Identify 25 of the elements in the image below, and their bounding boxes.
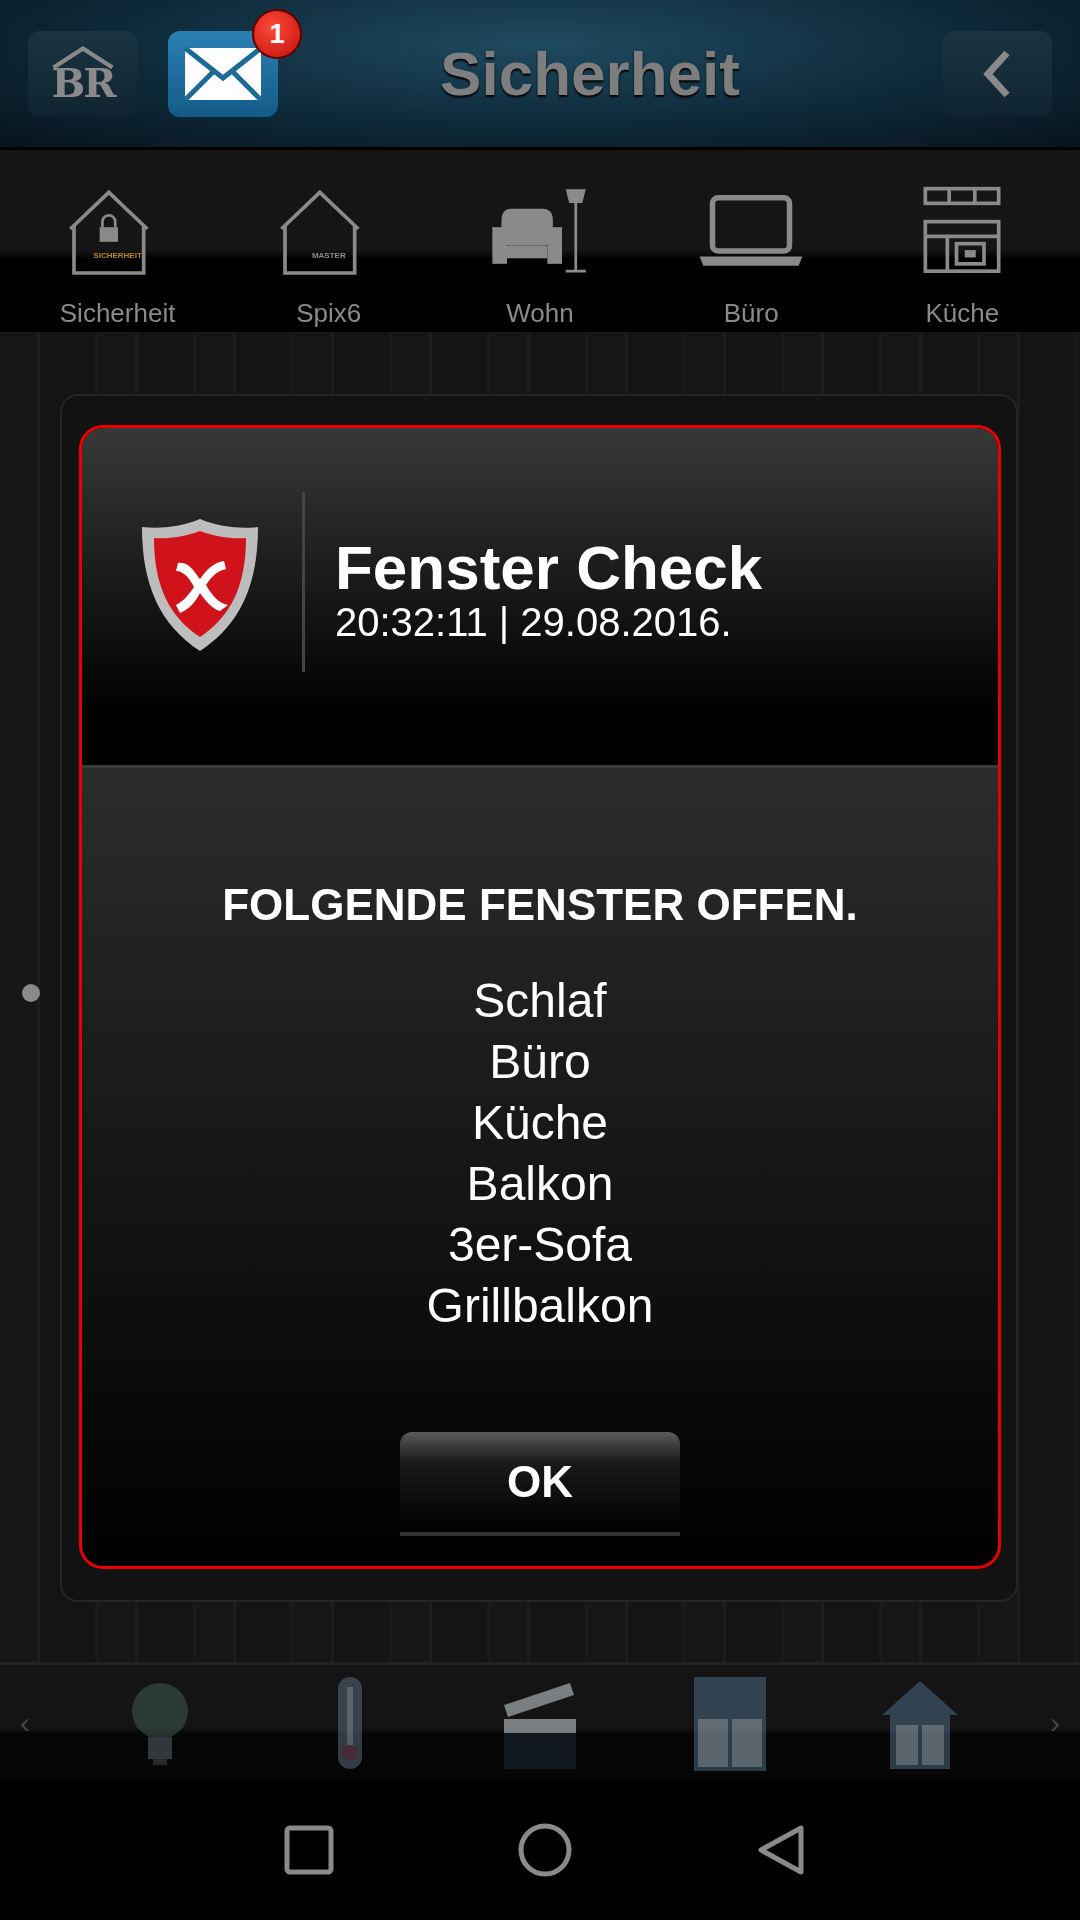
page-indicator-dot [22, 984, 40, 1002]
message-heading: FOLGENDE FENSTER OFFEN. [222, 880, 858, 930]
window-name: Schlaf [473, 973, 607, 1029]
room-tab[interactable]: SICHERHEIT Sicherheit [17, 174, 218, 330]
room-tab[interactable]: Küche [862, 174, 1063, 330]
logo-button[interactable]: BR [28, 30, 138, 117]
window-name: 3er-Sofa [447, 1217, 633, 1273]
window-name: Balkon [466, 1156, 614, 1212]
notification-badge: 1 [252, 8, 302, 59]
home-button[interactable] [517, 1822, 573, 1878]
room-tab[interactable]: Wohn [439, 174, 640, 330]
envelope-icon [183, 45, 263, 102]
logo-text: BR [51, 62, 115, 103]
room-tab[interactable]: Büro [651, 174, 852, 330]
screen-title: Sicherheit [439, 38, 741, 109]
dialog-title: Fenster Check [335, 534, 763, 601]
icon-caption: SICHERHEIT [92, 251, 143, 260]
window-name: Büro [489, 1034, 591, 1090]
back-button[interactable] [942, 30, 1052, 117]
room-tab[interactable]: MASTER Spix6 [228, 174, 429, 330]
icon-caption: MASTER [310, 251, 347, 260]
window-name: Küche [471, 1095, 609, 1151]
window-name: Grillbalkon [426, 1278, 654, 1334]
back-icon [982, 48, 1012, 99]
timestamp: 20:32:11 | 29.08.2016. [335, 600, 733, 643]
